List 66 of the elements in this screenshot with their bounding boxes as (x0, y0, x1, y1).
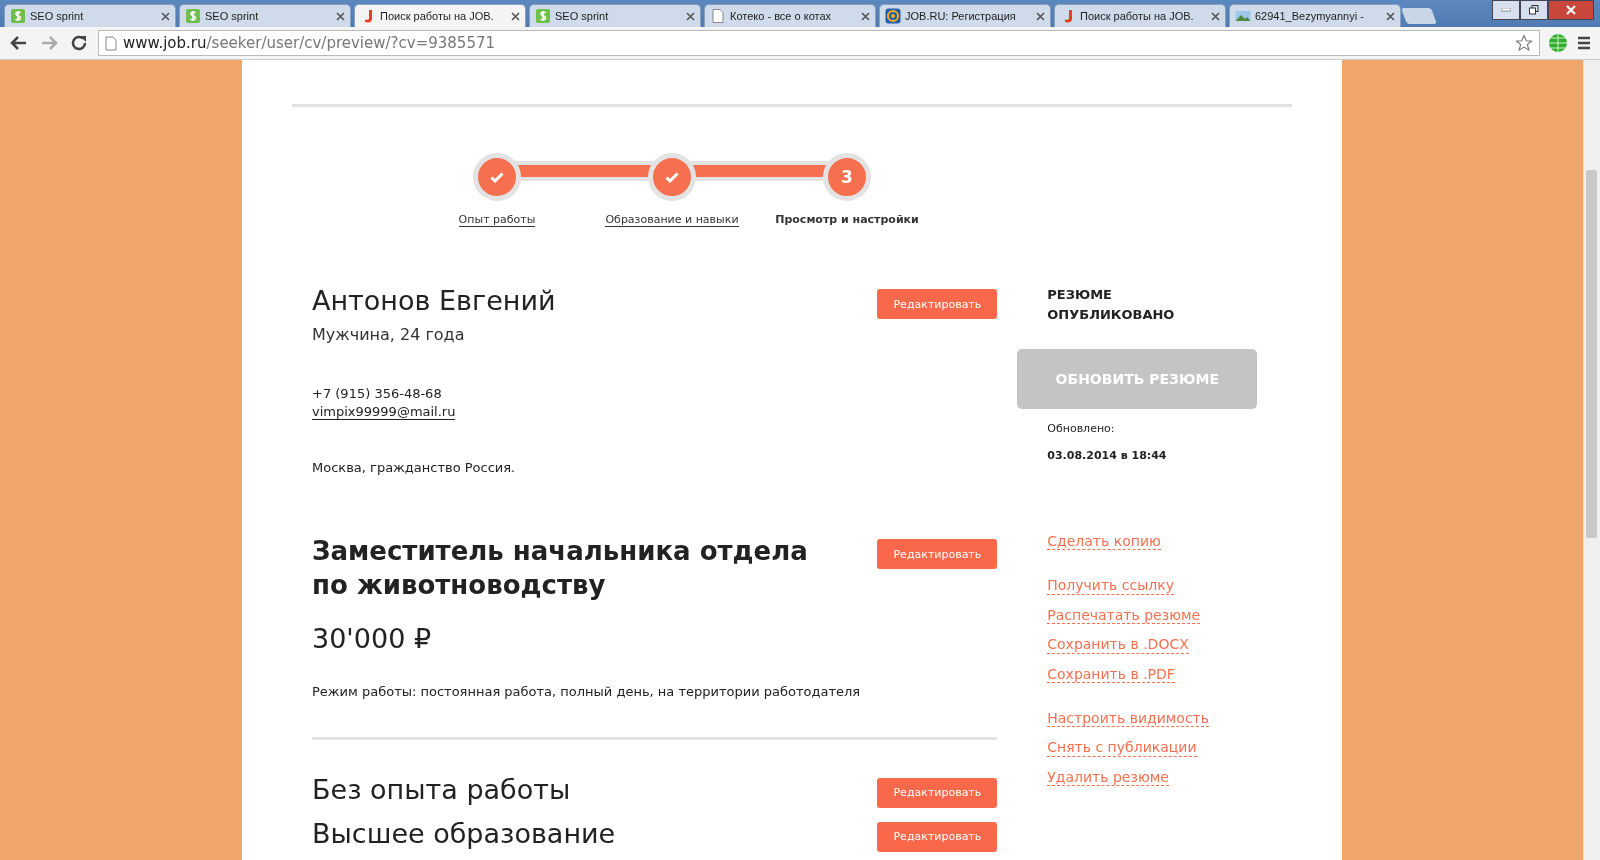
close-icon[interactable] (336, 11, 345, 21)
status-text: РЕЗЮМЕ ОПУБЛИКОВАНО (1047, 286, 1176, 324)
location-text: Москва, гражданство Россия. (312, 460, 517, 475)
edit-button[interactable]: Редактировать (877, 539, 998, 569)
action-link[interactable]: Настроить видимость (1047, 710, 1209, 728)
action-link[interactable]: Сохранить в .DOCX (1047, 637, 1189, 654)
schedule-text: Режим работы: постоянная работа, полный день, на территории работодателя (312, 683, 862, 699)
action-link[interactable]: Снять с публикации (1047, 740, 1197, 757)
close-icon[interactable] (1386, 11, 1395, 21)
phone-text: +7 (915) 356-48-68 (312, 386, 442, 401)
browser-tab[interactable]: SEO sprint (179, 4, 351, 27)
step-label[interactable]: Образование и навыки (605, 213, 739, 227)
check-icon (665, 171, 679, 183)
minimize-button[interactable] (1492, 0, 1520, 20)
action-link[interactable]: Сделать копию (1047, 534, 1161, 551)
action-link[interactable]: Удалить резюме (1047, 769, 1169, 787)
restore-button[interactable] (1520, 0, 1548, 20)
edit-button[interactable]: Редактировать (877, 821, 998, 852)
scrollbar[interactable] (1583, 60, 1600, 860)
close-icon (1566, 5, 1576, 15)
image-icon (1235, 8, 1251, 24)
email-link[interactable]: vimpix99999@mail.ru (312, 404, 456, 420)
close-icon[interactable] (161, 11, 170, 21)
action-link[interactable]: Получить ссылку (1047, 578, 1174, 595)
edit-button[interactable]: Редактировать (877, 777, 998, 808)
page-icon (105, 35, 117, 51)
action-link[interactable]: Сохранить в .PDF (1047, 666, 1175, 683)
dollar-icon (185, 8, 201, 24)
dollar-icon (535, 8, 551, 24)
updated-label: Обновлено: (1047, 422, 1116, 435)
dollar-icon (10, 8, 26, 24)
close-icon[interactable] (1211, 11, 1220, 21)
close-icon[interactable] (861, 11, 870, 21)
section-title: Без опыта работы (312, 773, 571, 805)
new-tab-button[interactable] (1401, 8, 1437, 24)
browser-tab[interactable]: Поиск работы на JOB. (354, 4, 526, 27)
check-icon (490, 171, 504, 183)
person-name: Антонов Евгений (312, 285, 556, 316)
star-icon[interactable] (1515, 34, 1533, 52)
browser-tab[interactable]: SEO sprint (4, 4, 176, 27)
close-icon[interactable] (1036, 11, 1045, 21)
salary-text: 30'000 ₽ (312, 622, 433, 654)
close-icon[interactable] (686, 11, 695, 21)
browser-tab[interactable]: 62941_Bezymyannyi - (1229, 4, 1401, 27)
action-link[interactable]: Распечатать резюме (1047, 607, 1201, 625)
globe-icon[interactable] (1548, 33, 1568, 53)
address-bar[interactable]: www.job.ru/seeker/user/cv/preview/?cv=9385571 (98, 30, 1540, 56)
restore-icon (1529, 5, 1539, 15)
step-label[interactable]: Опыт работы (458, 213, 536, 227)
browser-tab[interactable]: Котеко - все о котах (704, 4, 876, 27)
menu-icon[interactable] (1576, 36, 1592, 50)
document-icon (710, 8, 726, 24)
url-text: www.job.ru/seeker/user/cv/preview/?cv=9385571 (123, 34, 496, 52)
position-title: Заместитель начальника отдела по животноводству (312, 535, 809, 602)
edit-button[interactable]: Редактировать (877, 289, 998, 319)
close-icon[interactable] (511, 11, 520, 21)
section-title: Высшее образование (312, 817, 616, 849)
step-label: Просмотр и настройки (775, 213, 919, 226)
browser-tab[interactable]: SEO sprint (529, 4, 701, 27)
close-button[interactable] (1548, 0, 1594, 20)
updated-date: 03.08.2014 в 18:44 (1047, 449, 1168, 462)
minimize-icon (1501, 8, 1511, 12)
browser-tab[interactable]: JOB.RU: Регистрация (879, 4, 1051, 27)
step-number: 3 (841, 167, 853, 187)
person-info: Мужчина, 24 года (312, 325, 466, 344)
browser-tab[interactable]: Поиск работы на JOB. (1054, 4, 1226, 27)
